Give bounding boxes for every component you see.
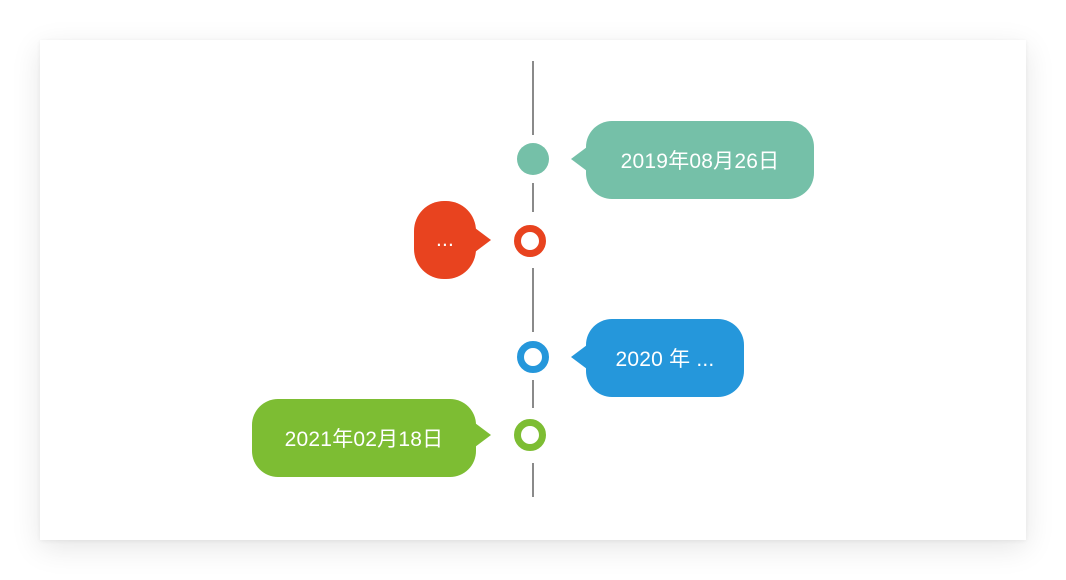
event-bubble-3: 2020 年 ... [586, 319, 744, 397]
timeline-node-ring [514, 419, 546, 451]
timeline-node-ring [517, 341, 549, 373]
event-bubble-2: ... [414, 201, 476, 279]
timeline-axis [532, 268, 534, 332]
event-label: ... [435, 228, 455, 251]
bubble-tail [571, 345, 587, 369]
event-label: 2020 年 ... [615, 348, 715, 371]
timeline-axis [532, 463, 534, 497]
event-bubble-1: 2019年08月26日 [586, 121, 814, 199]
bubble-tail [571, 147, 587, 171]
timeline-node-ring [514, 225, 546, 257]
event-label: 2019年08月26日 [620, 150, 780, 173]
event-bubble-4: 2021年02月18日 [252, 399, 476, 477]
bubble-tail [475, 228, 491, 252]
timeline-axis [532, 183, 534, 212]
timeline-axis [532, 61, 534, 135]
event-label: 2021年02月18日 [284, 428, 444, 451]
bubble-tail [475, 423, 491, 447]
timeline-node-filled [517, 143, 549, 175]
timeline-axis [532, 380, 534, 408]
